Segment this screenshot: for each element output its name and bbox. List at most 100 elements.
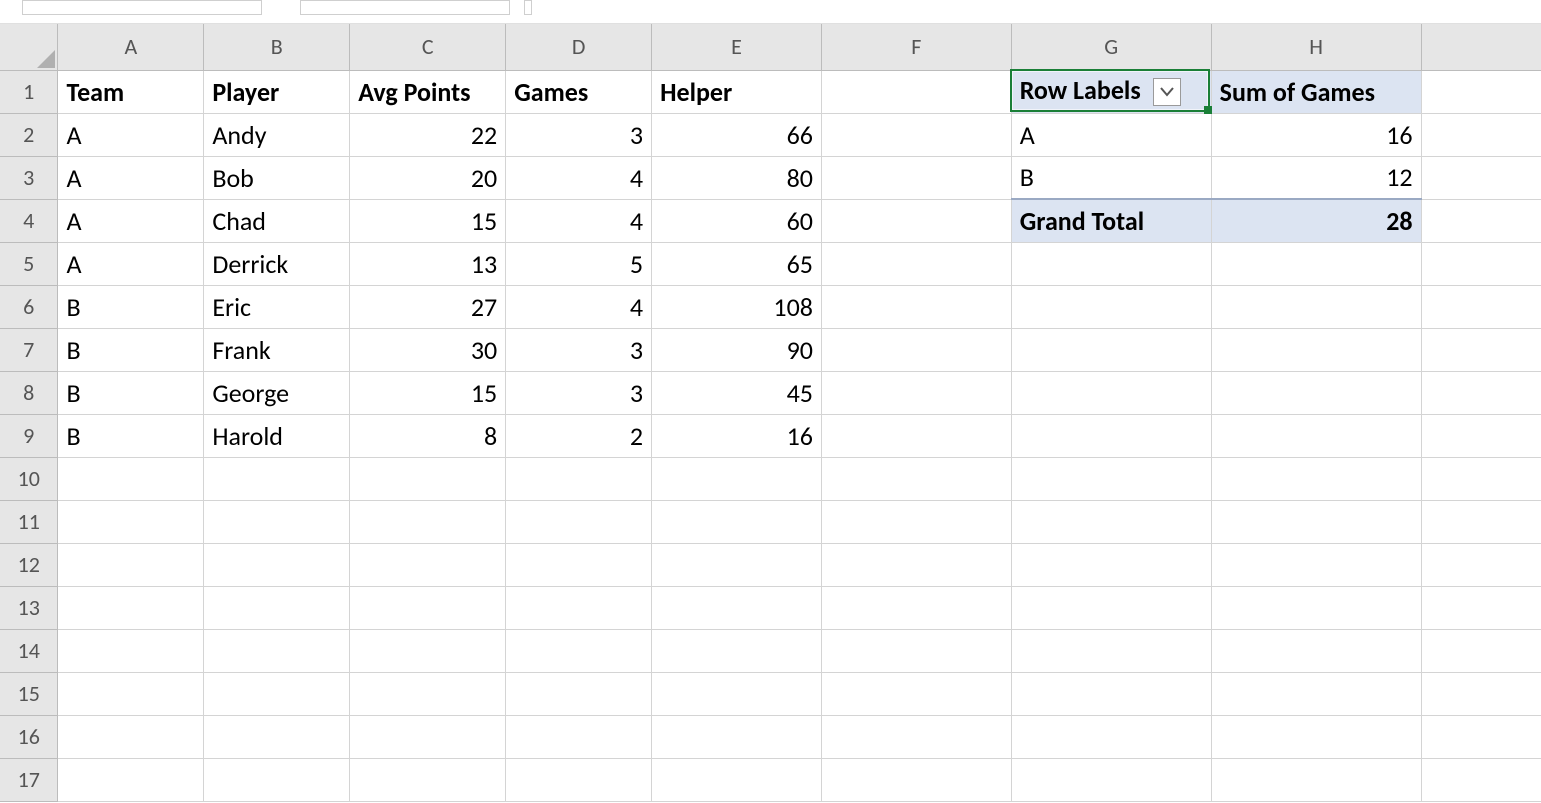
row-header-10[interactable]: 10: [0, 457, 58, 500]
col-header-E[interactable]: E: [652, 24, 822, 70]
cell-A16[interactable]: [58, 715, 204, 758]
cell-overflow-13[interactable]: [1421, 586, 1541, 629]
cell-C1[interactable]: Avg Points: [350, 70, 506, 113]
col-header-F[interactable]: F: [821, 24, 1011, 70]
col-header-C[interactable]: C: [350, 24, 506, 70]
cell-F12[interactable]: [821, 543, 1011, 586]
cell-A8[interactable]: B: [58, 371, 204, 414]
row-header-5[interactable]: 5: [0, 242, 58, 285]
cell-C17[interactable]: [350, 758, 506, 801]
cell-H4-grand-total-value[interactable]: 28: [1211, 199, 1421, 242]
cell-F9[interactable]: [821, 414, 1011, 457]
cell-H14[interactable]: [1211, 629, 1421, 672]
cell-F6[interactable]: [821, 285, 1011, 328]
cell-C4[interactable]: 15: [350, 199, 506, 242]
cell-A4[interactable]: A: [58, 199, 204, 242]
cell-D11[interactable]: [506, 500, 652, 543]
cell-E17[interactable]: [652, 758, 822, 801]
cell-E9[interactable]: 16: [652, 414, 822, 457]
cell-G2[interactable]: A: [1011, 113, 1211, 156]
cell-G7[interactable]: [1011, 328, 1211, 371]
cell-D15[interactable]: [506, 672, 652, 715]
cell-G12[interactable]: [1011, 543, 1211, 586]
cell-F3[interactable]: [821, 156, 1011, 199]
cell-F13[interactable]: [821, 586, 1011, 629]
cell-B5[interactable]: Derrick: [204, 242, 350, 285]
cell-B1[interactable]: Player: [204, 70, 350, 113]
cell-B2[interactable]: Andy: [204, 113, 350, 156]
cell-overflow-7[interactable]: [1421, 328, 1541, 371]
cell-B7[interactable]: Frank: [204, 328, 350, 371]
row-header-6[interactable]: 6: [0, 285, 58, 328]
cell-G6[interactable]: [1011, 285, 1211, 328]
cell-F7[interactable]: [821, 328, 1011, 371]
cell-A11[interactable]: [58, 500, 204, 543]
row-header-9[interactable]: 9: [0, 414, 58, 457]
row-header-8[interactable]: 8: [0, 371, 58, 414]
cell-G1-pivot-row-labels[interactable]: Row Labels: [1011, 70, 1211, 113]
cell-overflow-8[interactable]: [1421, 371, 1541, 414]
cell-D4[interactable]: 4: [506, 199, 652, 242]
col-header-B[interactable]: B: [204, 24, 350, 70]
cell-B16[interactable]: [204, 715, 350, 758]
cell-D14[interactable]: [506, 629, 652, 672]
cell-A12[interactable]: [58, 543, 204, 586]
cell-D10[interactable]: [506, 457, 652, 500]
cell-G17[interactable]: [1011, 758, 1211, 801]
cell-overflow-12[interactable]: [1421, 543, 1541, 586]
cell-H3[interactable]: 12: [1211, 156, 1421, 199]
cell-E2[interactable]: 66: [652, 113, 822, 156]
cell-B10[interactable]: [204, 457, 350, 500]
row-header-16[interactable]: 16: [0, 715, 58, 758]
cell-A5[interactable]: A: [58, 242, 204, 285]
cell-G14[interactable]: [1011, 629, 1211, 672]
cell-D6[interactable]: 4: [506, 285, 652, 328]
cell-D8[interactable]: 3: [506, 371, 652, 414]
cell-C12[interactable]: [350, 543, 506, 586]
cell-E4[interactable]: 60: [652, 199, 822, 242]
cell-E16[interactable]: [652, 715, 822, 758]
row-header-12[interactable]: 12: [0, 543, 58, 586]
cell-B4[interactable]: Chad: [204, 199, 350, 242]
cell-C6[interactable]: 27: [350, 285, 506, 328]
cell-A6[interactable]: B: [58, 285, 204, 328]
cell-E12[interactable]: [652, 543, 822, 586]
cell-overflow-11[interactable]: [1421, 500, 1541, 543]
cell-E7[interactable]: 90: [652, 328, 822, 371]
col-header-H[interactable]: H: [1211, 24, 1421, 70]
cell-H10[interactable]: [1211, 457, 1421, 500]
row-header-17[interactable]: 17: [0, 758, 58, 801]
cell-D7[interactable]: 3: [506, 328, 652, 371]
cell-D3[interactable]: 4: [506, 156, 652, 199]
cell-overflow-10[interactable]: [1421, 457, 1541, 500]
cell-A9[interactable]: B: [58, 414, 204, 457]
cell-overflow-2[interactable]: [1421, 113, 1541, 156]
cell-D16[interactable]: [506, 715, 652, 758]
cell-E14[interactable]: [652, 629, 822, 672]
cell-B17[interactable]: [204, 758, 350, 801]
col-header-overflow[interactable]: [1421, 24, 1541, 70]
cell-G4-grand-total[interactable]: Grand Total: [1011, 199, 1211, 242]
cell-D5[interactable]: 5: [506, 242, 652, 285]
row-header-13[interactable]: 13: [0, 586, 58, 629]
cell-A13[interactable]: [58, 586, 204, 629]
cell-D12[interactable]: [506, 543, 652, 586]
row-header-3[interactable]: 3: [0, 156, 58, 199]
cell-B9[interactable]: Harold: [204, 414, 350, 457]
row-header-7[interactable]: 7: [0, 328, 58, 371]
cell-C2[interactable]: 22: [350, 113, 506, 156]
cell-F8[interactable]: [821, 371, 1011, 414]
cell-B14[interactable]: [204, 629, 350, 672]
cell-overflow-16[interactable]: [1421, 715, 1541, 758]
cell-H1-pivot-sum-games[interactable]: Sum of Games: [1211, 70, 1421, 113]
cell-H11[interactable]: [1211, 500, 1421, 543]
cell-E1[interactable]: Helper: [652, 70, 822, 113]
pivot-filter-button[interactable]: [1153, 78, 1181, 106]
cell-G3[interactable]: B: [1011, 156, 1211, 199]
cell-E6[interactable]: 108: [652, 285, 822, 328]
cell-H8[interactable]: [1211, 371, 1421, 414]
col-header-G[interactable]: G: [1011, 24, 1211, 70]
cell-G10[interactable]: [1011, 457, 1211, 500]
cell-F16[interactable]: [821, 715, 1011, 758]
cell-D2[interactable]: 3: [506, 113, 652, 156]
